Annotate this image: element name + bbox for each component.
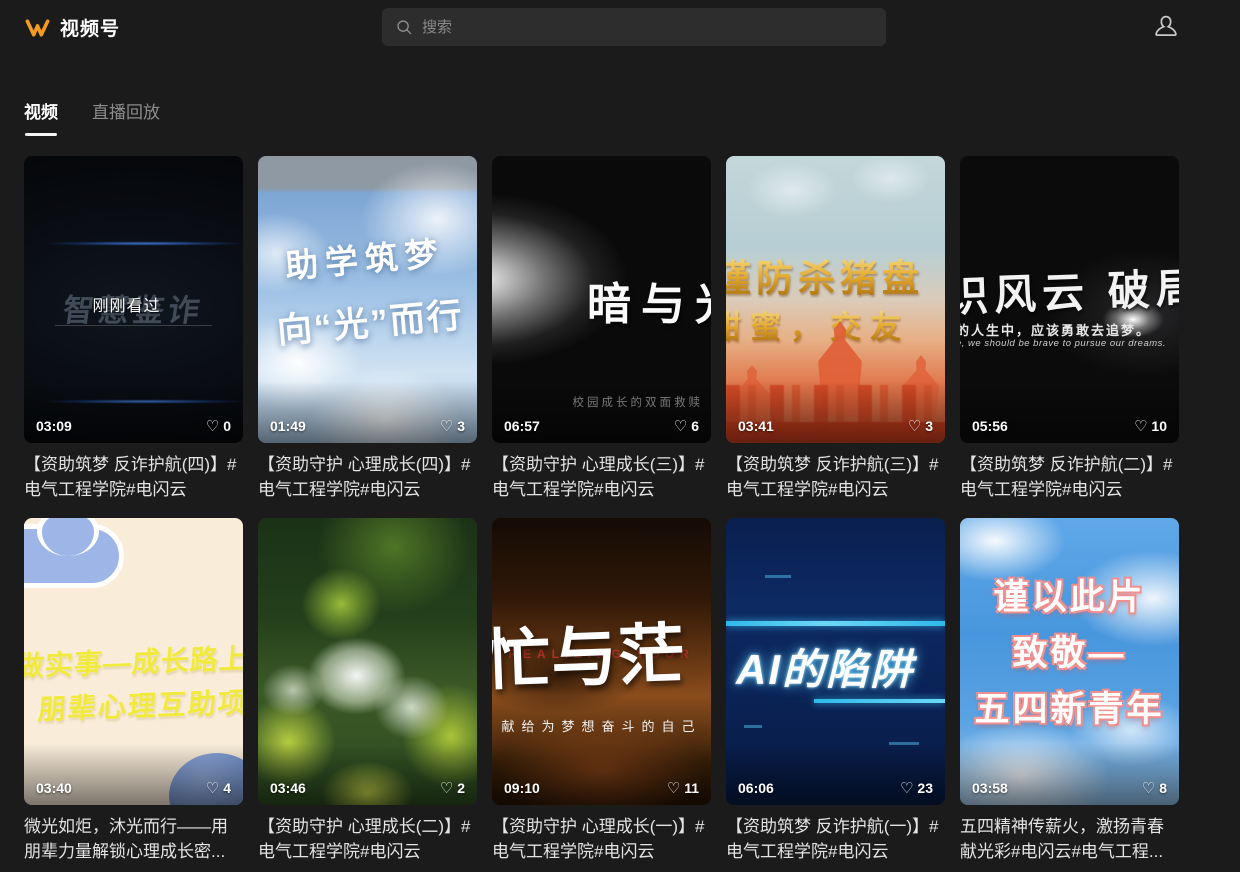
duration-label: 03:58: [972, 780, 1008, 796]
thumb-overlay-text: 识风云 破局: [960, 255, 1179, 325]
video-thumbnail[interactable]: 暗与光 校园成长的双面救赎 06:57 ♡6: [492, 156, 711, 443]
video-thumbnail[interactable]: 识风云 破局 的人生中，应该勇敢去追梦。 e, we should be bra…: [960, 156, 1179, 443]
heart-icon: ♡: [674, 419, 687, 434]
thumb-glitch: [765, 575, 791, 578]
like-count: ♡3: [908, 418, 933, 434]
thumb-tech-bar: [726, 621, 945, 626]
like-count: ♡11: [667, 780, 699, 796]
like-count: ♡23: [900, 780, 933, 796]
thumb-tech-bar: [814, 699, 945, 703]
video-thumbnail[interactable]: 谨防杀猪盘 甜蜜，交友 03:41 ♡3: [726, 156, 945, 443]
like-count: ♡8: [1142, 780, 1167, 796]
video-card[interactable]: 助学筑梦 向“光”而行 01:49 ♡3 【资助守护 心理成长(四)】#电气工程…: [258, 156, 477, 502]
video-card[interactable]: 识风云 破局 的人生中，应该勇敢去追梦。 e, we should be bra…: [960, 156, 1179, 502]
heart-icon: ♡: [1142, 781, 1155, 796]
video-title[interactable]: 微光如炬，沐光而行——用朋辈力量解锁心理成长密...: [24, 814, 243, 864]
heart-icon: ♡: [667, 781, 680, 796]
top-bar: 视频号: [0, 0, 1240, 54]
search-icon: [395, 18, 413, 36]
like-count: ♡0: [206, 418, 231, 434]
video-card[interactable]: 暗与光 校园成长的双面救赎 06:57 ♡6 【资助守护 心理成长(三)】#电气…: [492, 156, 711, 502]
video-card[interactable]: 03:46 ♡2 【资助守护 心理成长(二)】#电气工程学院#电闪云: [258, 518, 477, 864]
heart-icon: ♡: [440, 781, 453, 796]
tab-bar: 视频 直播回放: [24, 98, 1240, 136]
thumb-overlay-subtext: 献给为梦想奋斗的自己: [492, 716, 711, 735]
video-card[interactable]: REALIZING YOUR 忙与茫 献给为梦想奋斗的自己 09:10 ♡11 …: [492, 518, 711, 864]
duration-label: 06:57: [504, 418, 540, 434]
video-card[interactable]: 谨以此片 致敬— 五四新青年 03:58 ♡8 五四精神传薪火，激扬青春献光彩#…: [960, 518, 1179, 864]
video-title[interactable]: 【资助守护 心理成长(二)】#电气工程学院#电闪云: [258, 814, 477, 864]
duration-label: 03:09: [36, 418, 72, 434]
like-count: ♡10: [1134, 418, 1167, 434]
video-title[interactable]: 【资助守护 心理成长(四)】#电气工程学院#电闪云: [258, 452, 477, 502]
recently-watched-badge: 刚刚看过: [24, 292, 229, 316]
thumb-overlay-text: 甜蜜，交友: [726, 302, 910, 347]
tab-live-replay[interactable]: 直播回放: [92, 98, 160, 136]
thumb-overlay-subtext-en: e, we should be brave to pursue our drea…: [960, 338, 1166, 349]
thumb-overlay-subtext: 的人生中，应该勇敢去追梦。: [960, 320, 1151, 339]
duration-label: 03:41: [738, 418, 774, 434]
thumb-overlay-text: 谨防杀猪盘: [726, 248, 924, 302]
thumb-overlay-text: 忙与茫: [492, 601, 687, 704]
video-title[interactable]: 【资助守护 心理成长(三)】#电气工程学院#电闪云: [492, 452, 711, 502]
duration-label: 06:06: [738, 780, 774, 796]
thumb-overlay-text: 暗与光: [587, 268, 711, 332]
heart-icon: ♡: [206, 419, 219, 434]
video-thumbnail[interactable]: 谨以此片 致敬— 五四新青年 03:58 ♡8: [960, 518, 1179, 805]
video-thumbnail[interactable]: REALIZING YOUR 忙与茫 献给为梦想奋斗的自己 09:10 ♡11: [492, 518, 711, 805]
video-title[interactable]: 【资助筑梦 反诈护航(二)】#电气工程学院#电闪云: [960, 452, 1179, 502]
thumb-light-streak: [24, 242, 243, 245]
video-card[interactable]: 做实事—成长路上 朋辈心理互助项目 03:40 ♡4 微光如炬，沐光而行——用朋…: [24, 518, 243, 864]
video-card[interactable]: AI的陷阱 06:06 ♡23 【资助筑梦 反诈护航(一)】#电气工程学院#电闪…: [726, 518, 945, 864]
duration-label: 03:40: [36, 780, 72, 796]
video-title[interactable]: 【资助守护 心理成长(一)】#电气工程学院#电闪云: [492, 814, 711, 864]
like-count: ♡3: [440, 418, 465, 434]
thumb-overlay-text: 朋辈心理互助项目: [37, 680, 243, 728]
profile-icon[interactable]: [1150, 11, 1182, 43]
video-thumbnail[interactable]: AI的陷阱 06:06 ♡23: [726, 518, 945, 805]
thumb-overlay-text: 助学筑梦 向“光”而行: [258, 224, 477, 356]
tab-videos[interactable]: 视频: [24, 98, 58, 136]
heart-icon: ♡: [1134, 419, 1147, 434]
heart-icon: ♡: [206, 781, 219, 796]
thumb-divider: [55, 325, 213, 326]
thumb-overlay-text: 谨以此片 致敬— 五四新青年: [960, 570, 1179, 738]
brand: 视频号: [24, 14, 120, 41]
thumb-cloud-shape: [24, 524, 124, 588]
like-count: ♡2: [440, 780, 465, 796]
heart-icon: ♡: [900, 781, 913, 796]
video-thumbnail[interactable]: 助学筑梦 向“光”而行 01:49 ♡3: [258, 156, 477, 443]
duration-label: 09:10: [504, 780, 540, 796]
search-input[interactable]: [422, 19, 873, 36]
video-title[interactable]: 【资助筑梦 反诈护航(四)】#电气工程学院#电闪云: [24, 452, 243, 502]
like-count: ♡4: [206, 780, 231, 796]
app-title: 视频号: [60, 14, 120, 41]
thumb-glitch: [744, 725, 762, 728]
duration-label: 01:49: [270, 418, 306, 434]
video-thumbnail[interactable]: 03:46 ♡2: [258, 518, 477, 805]
video-title[interactable]: 【资助筑梦 反诈护航(一)】#电气工程学院#电闪云: [726, 814, 945, 864]
video-card[interactable]: 谨防杀猪盘 甜蜜，交友 03:41 ♡3 【资助筑梦 反诈护航(三)】#电气工程…: [726, 156, 945, 502]
like-count: ♡6: [674, 418, 699, 434]
thumb-overlay-text: AI的陷阱: [736, 636, 914, 697]
channels-logo-icon: [24, 16, 51, 40]
heart-icon: ♡: [908, 419, 921, 434]
video-grid: 智慧鉴诈 刚刚看过 03:09 ♡0 【资助筑梦 反诈护航(四)】#电气工程学院…: [24, 156, 1240, 864]
search-box[interactable]: [382, 8, 886, 46]
video-thumbnail[interactable]: 做实事—成长路上 朋辈心理互助项目 03:40 ♡4: [24, 518, 243, 805]
video-title[interactable]: 【资助筑梦 反诈护航(三)】#电气工程学院#电闪云: [726, 452, 945, 502]
duration-label: 03:46: [270, 780, 306, 796]
video-thumbnail[interactable]: 智慧鉴诈 刚刚看过 03:09 ♡0: [24, 156, 243, 443]
heart-icon: ♡: [440, 419, 453, 434]
video-title[interactable]: 五四精神传薪火，激扬青春献光彩#电闪云#电气工程...: [960, 814, 1179, 864]
duration-label: 05:56: [972, 418, 1008, 434]
thumb-overlay-text: 做实事—成长路上: [24, 637, 243, 685]
video-card[interactable]: 智慧鉴诈 刚刚看过 03:09 ♡0 【资助筑梦 反诈护航(四)】#电气工程学院…: [24, 156, 243, 502]
